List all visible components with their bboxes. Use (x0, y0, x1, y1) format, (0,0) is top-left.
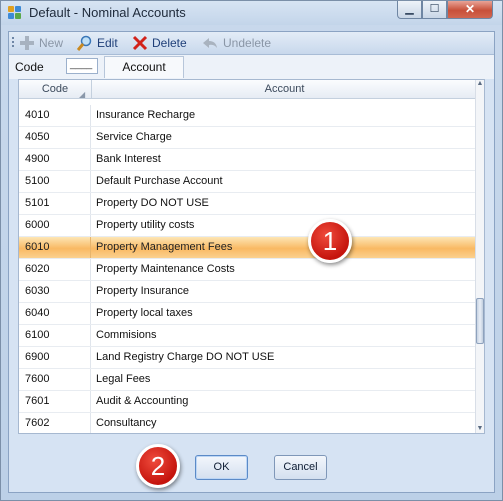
row-code-cell: 6000 (19, 215, 91, 236)
account-column-header[interactable]: Account (92, 80, 477, 98)
row-account-cell: Property utility costs (96, 219, 195, 231)
row-account-cell: Property Management Fees (96, 241, 233, 253)
row-code-cell: 5101 (19, 193, 91, 214)
table-row[interactable]: 7601 Audit & Accounting (19, 391, 477, 413)
table-row[interactable]: 6000 Property utility costs (19, 215, 477, 237)
vertical-scrollbar[interactable]: ▲ ▼ (475, 80, 484, 433)
maximize-button[interactable]: ☐ (422, 1, 447, 19)
ok-button[interactable]: OK (195, 455, 248, 480)
row-code-cell: 5100 (19, 171, 91, 192)
row-code-cell: 7602 (19, 413, 91, 433)
row-account-cell: Audit & Accounting (96, 395, 189, 407)
table-row[interactable]: 7600 Legal Fees (19, 369, 477, 391)
account-filter-tab[interactable]: Account (104, 56, 184, 78)
row-code-cell: 6900 (19, 347, 91, 368)
table-row[interactable]: 7602 Consultancy (19, 413, 477, 433)
table-row[interactable]: 4010 Insurance Recharge (19, 105, 477, 127)
title-bar: Default - Nominal Accounts ▁ ☐ ✕ (1, 1, 502, 25)
row-code-cell: 6030 (19, 281, 91, 302)
row-code-cell: 6100 (19, 325, 91, 346)
table-row[interactable]: 6100 Commisions (19, 325, 477, 347)
row-account-cell: Legal Fees (96, 373, 151, 385)
row-code-cell: 4010 (19, 105, 91, 126)
sort-icon: ◢ (79, 90, 86, 99)
row-account-cell: Commisions (96, 329, 157, 341)
table-row[interactable]: 5101 Property DO NOT USE (19, 193, 477, 215)
row-code-cell: 4900 (19, 149, 91, 170)
table-row[interactable]: 6900 Land Registry Charge DO NOT USE (19, 347, 477, 369)
code-column-label: Code (41, 83, 69, 95)
cancel-button[interactable]: Cancel (274, 455, 327, 480)
accounts-grid: Code ◢ Account 4010 Insurance Recharge 405… (18, 79, 485, 434)
delete-label: Delete (152, 36, 187, 50)
scrollbar-thumb[interactable] (476, 298, 484, 344)
row-code-cell: 6040 (19, 303, 91, 324)
row-account-cell: Property Maintenance Costs (96, 263, 235, 275)
code-column-header[interactable]: Code ◢ (19, 80, 92, 99)
edit-label: Edit (97, 36, 118, 50)
grid-header: Code ◢ Account (19, 80, 477, 99)
grid-rows: 4010 Insurance Recharge 4050 Service Charge… (19, 105, 477, 433)
row-code-cell: 6010 (19, 237, 91, 258)
row-account-cell: Consultancy (96, 417, 157, 429)
plus-icon (20, 36, 34, 50)
table-row[interactable]: 5100 Default Purchase Account (19, 171, 477, 193)
table-row[interactable]: 6040 Property local taxes (19, 303, 477, 325)
row-account-cell: Default Purchase Account (96, 175, 223, 187)
table-row[interactable]: 6030 Property Insurance (19, 281, 477, 303)
window-title: Default - Nominal Accounts (29, 5, 186, 20)
row-code-cell: 4050 (19, 127, 91, 148)
red-x-icon (132, 35, 148, 51)
row-code-cell: 6020 (19, 259, 91, 280)
toolbar: New Edit Delete Undelete (9, 32, 494, 55)
row-account-cell: Land Registry Charge DO NOT USE (96, 351, 275, 363)
row-code-cell: 7600 (19, 369, 91, 390)
row-code-cell: 7601 (19, 391, 91, 412)
nominal-accounts-window: Default - Nominal Accounts ▁ ☐ ✕ New Edi… (0, 0, 503, 501)
row-account-cell: Property Insurance (96, 285, 189, 297)
table-row[interactable]: 6010 Property Management Fees (19, 237, 477, 259)
dialog-client-area: New Edit Delete Undelete Code ____ Accou… (8, 31, 495, 493)
callout-badge-2: 2 (136, 444, 180, 488)
row-account-cell: Service Charge (96, 131, 172, 143)
minimize-button[interactable]: ▁ (397, 1, 422, 19)
code-filter-label: Code (15, 60, 44, 74)
code-filter-input[interactable]: ____ (66, 58, 98, 74)
toolbar-grip-icon[interactable] (12, 37, 14, 49)
table-row[interactable]: 4050 Service Charge (19, 127, 477, 149)
row-account-cell: Property DO NOT USE (96, 197, 209, 209)
table-row[interactable]: 6020 Property Maintenance Costs (19, 259, 477, 281)
undelete-label: Undelete (223, 36, 272, 50)
filter-bar: Code ____ Account (9, 55, 494, 79)
close-button[interactable]: ✕ (447, 1, 493, 19)
scroll-down-icon[interactable]: ▼ (476, 425, 484, 433)
app-icon (8, 6, 22, 20)
new-label: New (39, 36, 64, 50)
table-row[interactable]: 4900 Bank Interest (19, 149, 477, 171)
scroll-up-icon[interactable]: ▲ (476, 80, 484, 88)
row-account-cell: Insurance Recharge (96, 109, 196, 121)
callout-badge-1: 1 (308, 219, 352, 263)
undo-arrow-icon (203, 38, 217, 48)
magnifier-edit-icon (77, 35, 92, 51)
row-account-cell: Bank Interest (96, 153, 161, 165)
row-account-cell: Property local taxes (96, 307, 193, 319)
